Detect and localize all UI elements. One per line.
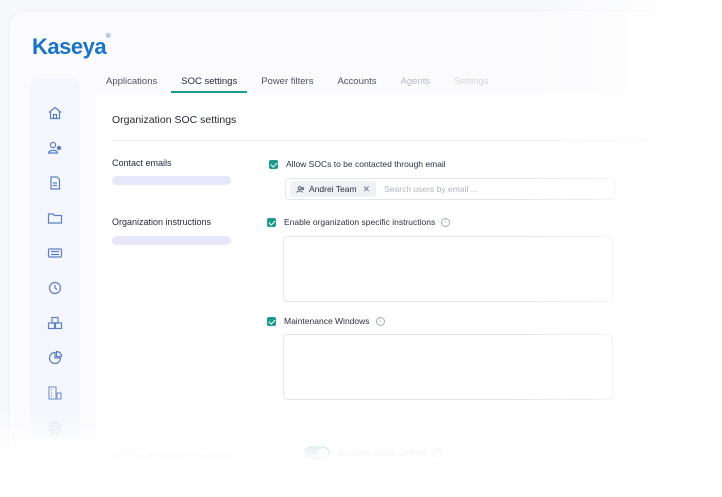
- info-icon[interactable]: i: [375, 316, 385, 326]
- maintenance-windows-checkbox[interactable]: [267, 316, 276, 326]
- kaseya-logo: Kaseya®: [32, 34, 110, 60]
- tab-soc-settings[interactable]: SOC settings: [171, 72, 248, 93]
- override-global-toggle[interactable]: [304, 446, 330, 460]
- contact-emails-label: Contact emails: [112, 158, 172, 168]
- ticket-icon[interactable]: [46, 244, 64, 262]
- info-icon[interactable]: i: [441, 217, 451, 227]
- home-icon[interactable]: [46, 104, 64, 122]
- org-instructions-skeleton: [112, 236, 231, 245]
- maintenance-textarea[interactable]: [283, 334, 613, 400]
- clock-icon[interactable]: [46, 279, 64, 297]
- divider: [112, 140, 712, 141]
- tab-power-filters[interactable]: Power filters: [251, 72, 323, 93]
- panel-title: Organization SOC settings: [112, 114, 237, 126]
- tab-agents[interactable]: Agents: [391, 72, 441, 93]
- sidebar: [30, 78, 80, 438]
- users-icon[interactable]: [46, 139, 64, 157]
- user-chip-label: Andrei Team: [309, 184, 357, 194]
- tab-applications[interactable]: Applications: [96, 72, 167, 93]
- instructions-textarea[interactable]: [283, 236, 613, 302]
- maintenance-windows-label: Maintenance Windows: [284, 316, 370, 326]
- enable-instructions-label: Enable organization specific instruction…: [284, 217, 436, 227]
- override-global-label: Override global settings i: [338, 448, 443, 458]
- remediation-authorization-label: Enable Remediation Authorization setting…: [304, 474, 455, 483]
- override-global-text: Override global settings: [338, 448, 428, 458]
- app-root: Kaseya® Applications SOC settings Power …: [0, 0, 722, 497]
- contact-emails-skeleton: [112, 176, 231, 185]
- folder-icon[interactable]: [46, 209, 64, 227]
- document-icon[interactable]: [46, 174, 64, 192]
- search-users-input[interactable]: Search users by email ...: [384, 184, 478, 194]
- enable-instructions-row[interactable]: Enable organization specific instruction…: [267, 217, 451, 227]
- tab-settings[interactable]: Settings: [444, 72, 498, 93]
- building-icon[interactable]: [46, 384, 64, 402]
- org-instructions-label: Organization instructions: [112, 217, 212, 227]
- allow-soc-contact-checkbox[interactable]: [269, 159, 278, 169]
- allow-soc-contact-row[interactable]: Allow SOCs to be contacted through email: [269, 159, 446, 169]
- settings-icon[interactable]: [46, 419, 64, 437]
- users-search-field[interactable]: Andrei Team ✕ Search users by email ...: [285, 178, 615, 200]
- allow-soc-contact-label: Allow SOCs to be contacted through email: [286, 159, 446, 169]
- info-icon[interactable]: i: [433, 448, 443, 458]
- enable-instructions-checkbox[interactable]: [267, 217, 276, 227]
- remove-chip-icon[interactable]: ✕: [363, 184, 371, 195]
- boxes-icon[interactable]: [46, 314, 64, 332]
- user-chip: Andrei Team ✕: [290, 181, 377, 197]
- user-group-icon: [296, 185, 305, 193]
- maintenance-windows-row[interactable]: Maintenance Windows i: [267, 316, 385, 326]
- tab-accounts[interactable]: Accounts: [327, 72, 386, 93]
- tab-bar: Applications SOC settings Power filters …: [96, 72, 502, 94]
- soc-authorization-label: SOC authorization settings: [112, 451, 231, 462]
- logo-mark: ®: [106, 34, 110, 40]
- pie-chart-icon[interactable]: [46, 349, 64, 367]
- logo-text: Kaseya: [32, 34, 107, 59]
- settings-panel: Organization SOC settings Contact emails…: [96, 94, 722, 497]
